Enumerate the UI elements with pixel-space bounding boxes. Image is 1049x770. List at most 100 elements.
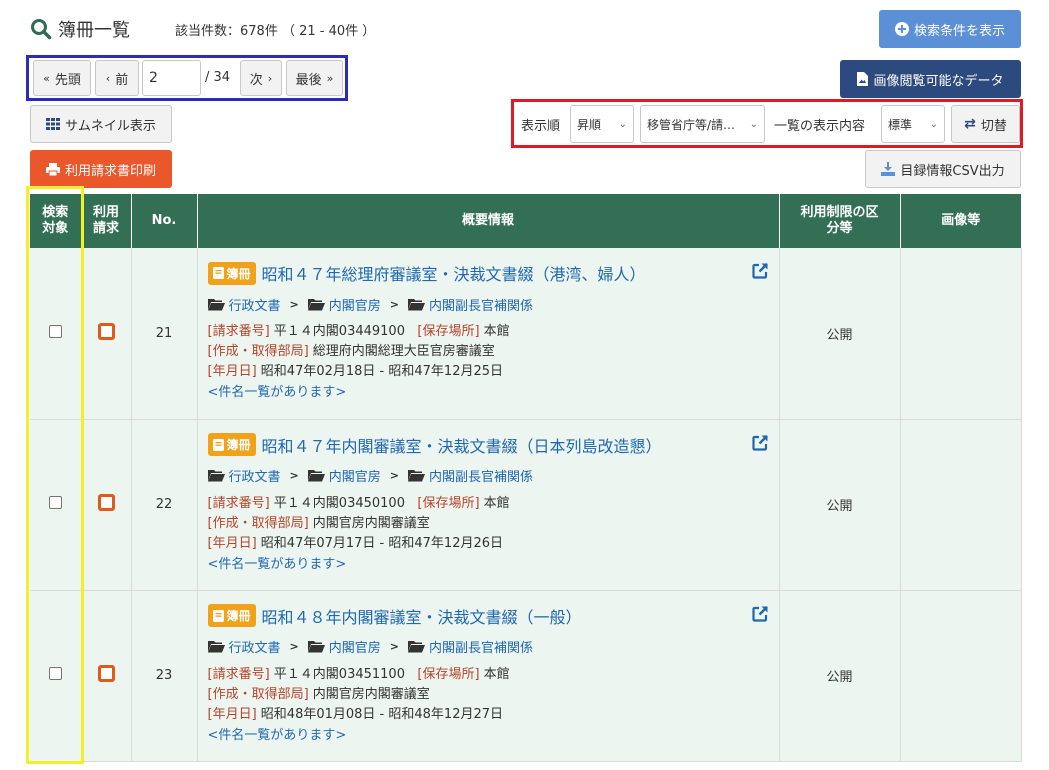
file-image-icon [857, 72, 869, 86]
row-number: 22 [131, 419, 198, 591]
breadcrumb-link[interactable]: 内閣官房 [329, 295, 381, 314]
department-label: [作成・取得部局] [207, 515, 309, 531]
prev-page-label: 前 [115, 72, 129, 88]
col-image: 画像等 [900, 194, 1021, 248]
folder-open-icon [407, 641, 425, 653]
last-page-button[interactable]: 最後 » [286, 60, 343, 96]
page-title: 簿冊一覧 [58, 20, 130, 41]
item-list-link[interactable]: <件名一覧があります> [208, 554, 769, 576]
chevron-right-icon: > [389, 469, 399, 482]
external-link-icon[interactable] [751, 262, 769, 279]
external-link-icon[interactable] [751, 605, 769, 622]
thumbnail-label: サムネイル表示 [65, 118, 156, 134]
prev-page-button[interactable]: ‹ 前 [95, 60, 139, 96]
record-title-link[interactable]: 昭和４７年総理府審議室・決裁文書綴（港湾、婦人） [262, 261, 646, 285]
location-label: [保存場所] [417, 324, 480, 339]
department-line: [作成・取得部局] 総理府内閣総理大臣官房審議室 [208, 342, 769, 362]
image-data-label: 画像閲覧可能なデータ [873, 73, 1004, 89]
date-label: [年月日] [207, 535, 257, 551]
request-number-label: [請求番号] [207, 495, 270, 511]
chevron-down-icon: ⌄ [929, 118, 938, 130]
breadcrumb-link[interactable]: 内閣副長官補関係 [429, 295, 533, 314]
record-table: 検索 対象 利用 請求 No. 概要情報 利用制限の区 分等 画像等 21 簿冊… [30, 194, 1022, 762]
next-page-label: 次 [249, 72, 263, 88]
double-chevron-left-icon: « [43, 71, 50, 85]
row-number: 23 [131, 590, 198, 762]
date-range: 昭和47年07月17日 - 昭和47年12月26日 [260, 535, 504, 551]
item-list-link[interactable]: <件名一覧があります> [208, 725, 769, 747]
record-title-link[interactable]: 昭和４７年内閣審議室・決裁文書綴（日本列島改造懇） [262, 433, 662, 457]
record-title-line: 簿冊 昭和４８年内閣審議室・決裁文書綴（一般） [207, 603, 769, 629]
folder-open-icon [407, 298, 425, 310]
date-line: [年月日] 昭和48年01月08日 - 昭和48年12月27日 [208, 705, 769, 725]
sort-order-select[interactable]: 昇順 ⌄ [570, 105, 634, 143]
date-label: [年月日] [207, 706, 257, 722]
next-page-button[interactable]: 次 › [240, 60, 282, 96]
show-conditions-button[interactable]: 検索条件を表示 [879, 10, 1021, 48]
breadcrumb-link[interactable]: 行政文書 [229, 295, 281, 314]
switch-label: 切替 [980, 118, 1007, 134]
record-title-line: 簿冊 昭和４７年内閣審議室・決裁文書綴（日本列島改造懇） [207, 432, 769, 458]
display-content-value: 標準 [888, 117, 913, 132]
request-checkbox[interactable] [97, 494, 115, 511]
display-content-select[interactable]: 標準 ⌄ [881, 105, 945, 143]
page-header: 簿冊一覧 [30, 16, 130, 42]
record-type-badge: 簿冊 [207, 433, 256, 456]
breadcrumb-link[interactable]: 内閣官房 [329, 637, 381, 656]
request-checkbox[interactable] [97, 322, 115, 340]
department-label: [作成・取得部局] [207, 686, 309, 702]
page-number-input[interactable]: 2 [142, 60, 201, 96]
item-list-link[interactable]: <件名一覧があります> [208, 382, 769, 404]
department-line: [作成・取得部局] 内閣官房内閣審議室 [208, 514, 769, 534]
request-number-line: [請求番号] 平１４内閣03450100 [保存場所] 本館 [208, 494, 769, 514]
summary-cell: 簿冊 昭和４７年内閣審議室・決裁文書綴（日本列島改造懇） 行政文書 > 内閣官房… [197, 419, 780, 591]
breadcrumb-link[interactable]: 内閣官房 [329, 466, 381, 485]
print-request-button[interactable]: 利用請求書印刷 [30, 150, 172, 188]
switch-button[interactable]: ⇄ 切替 [951, 105, 1020, 143]
request-number: 平１４内閣03450100 [273, 495, 405, 511]
csv-export-button[interactable]: 目録情報CSV出力 [865, 150, 1021, 188]
folder-open-icon [407, 470, 425, 482]
request-cell [81, 248, 132, 420]
restriction-cell: 公開 [779, 590, 901, 762]
sort-field-select[interactable]: 移管省庁等/請… ⌄ [640, 105, 765, 143]
external-link-icon[interactable] [751, 434, 769, 451]
printer-icon [45, 162, 60, 176]
page-number-value: 2 [149, 70, 158, 86]
breadcrumb-link[interactable]: 内閣副長官補関係 [429, 637, 533, 656]
book-icon [212, 609, 224, 622]
total-pages: / 34 [205, 70, 231, 85]
record-title-link[interactable]: 昭和４８年内閣審議室・決裁文書綴（一般） [262, 604, 582, 628]
department-line: [作成・取得部局] 内閣官房内閣審議室 [208, 685, 769, 705]
record-title-line: 簿冊 昭和４７年総理府審議室・決裁文書綴（港湾、婦人） [207, 260, 769, 286]
book-icon [212, 438, 224, 451]
chevron-left-icon: ‹ [105, 71, 111, 85]
col-request: 利用 請求 [81, 194, 132, 248]
double-chevron-right-icon: » [326, 71, 334, 85]
breadcrumb-link[interactable]: 行政文書 [229, 466, 281, 485]
folder-open-icon [307, 298, 325, 310]
department: 内閣官房内閣審議室 [312, 515, 430, 531]
breadcrumb: 行政文書 > 内閣官房 > 内閣副長官補関係 [207, 466, 769, 485]
badge-label: 簿冊 [226, 609, 251, 623]
breadcrumb-link[interactable]: 行政文書 [229, 637, 281, 656]
folder-open-icon [307, 641, 325, 653]
first-page-label: 先頭 [54, 72, 81, 88]
request-checkbox[interactable] [97, 665, 115, 682]
date-line: [年月日] 昭和47年02月18日 - 昭和47年12月25日 [208, 362, 769, 382]
date-label: [年月日] [207, 364, 257, 379]
breadcrumb: 行政文書 > 内閣官房 > 内閣副長官補関係 [207, 637, 769, 656]
chevron-right-icon: > [389, 297, 399, 311]
first-page-button[interactable]: « 先頭 [33, 60, 91, 96]
chevron-down-icon: ⌄ [749, 118, 758, 130]
table-header-row: 検索 対象 利用 請求 No. 概要情報 利用制限の区 分等 画像等 [30, 194, 1021, 248]
breadcrumb-link[interactable]: 内閣副長官補関係 [429, 466, 533, 485]
col-restriction: 利用制限の区 分等 [779, 194, 901, 248]
sort-order-value: 昇順 [577, 117, 602, 132]
thumbnail-button[interactable]: サムネイル表示 [30, 105, 172, 143]
table-row: 22 簿冊 昭和４７年内閣審議室・決裁文書綴（日本列島改造懇） 行政文書 > 内… [30, 419, 1022, 591]
location: 本館 [483, 495, 510, 511]
image-data-button[interactable]: 画像閲覧可能なデータ [840, 60, 1021, 98]
book-icon [212, 267, 224, 279]
request-number-line: [請求番号] 平１４内閣03449100 [保存場所] 本館 [208, 322, 769, 342]
